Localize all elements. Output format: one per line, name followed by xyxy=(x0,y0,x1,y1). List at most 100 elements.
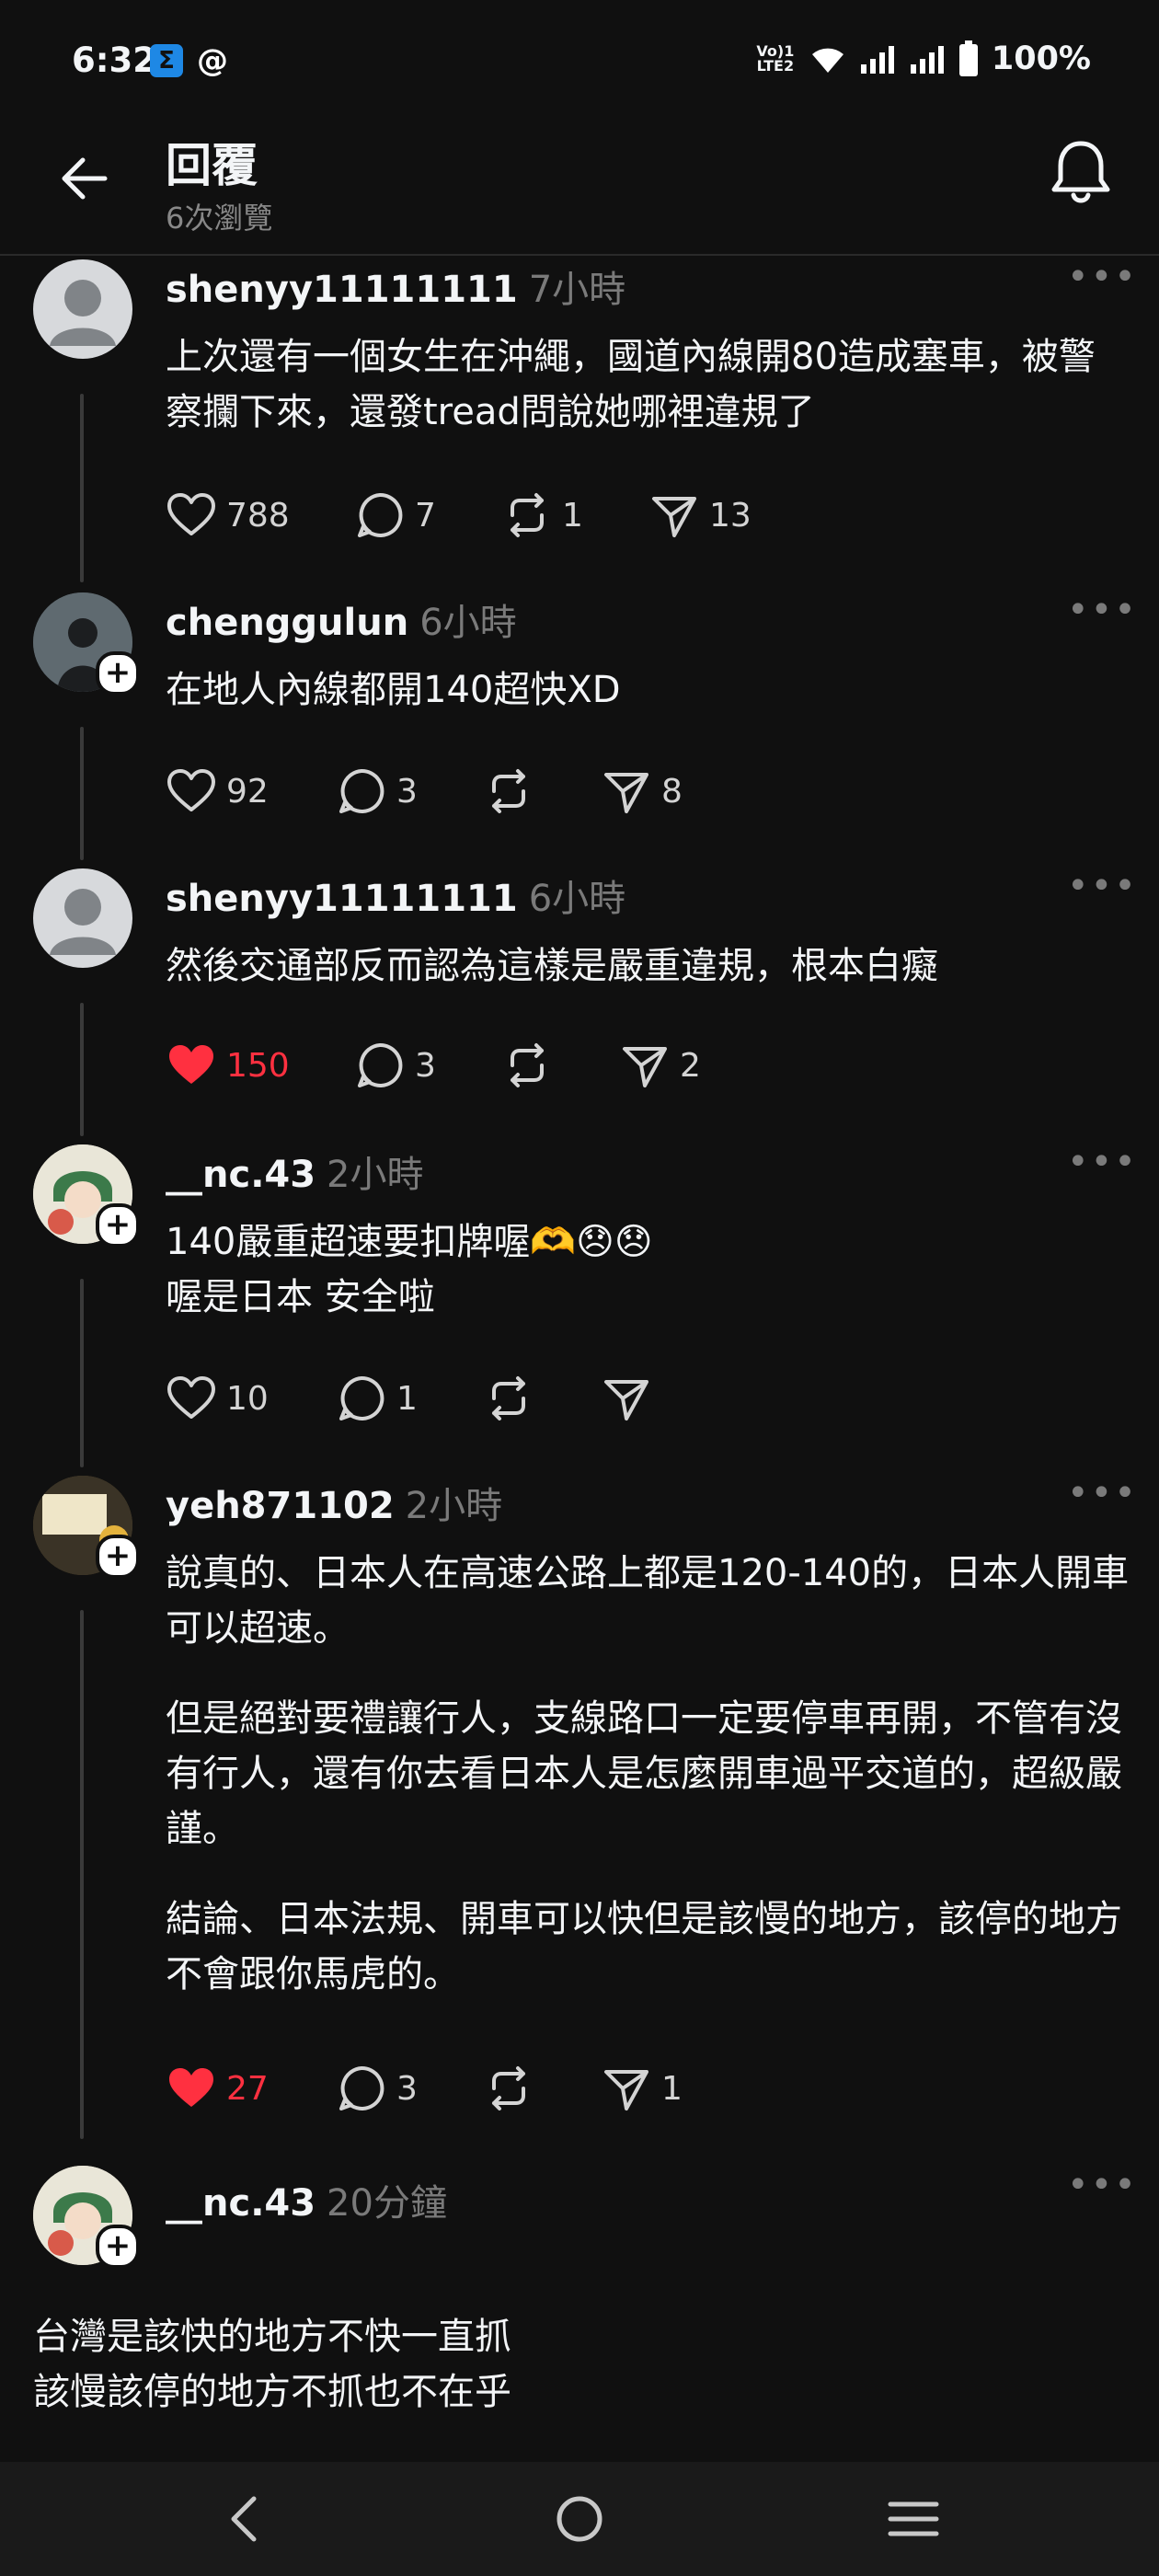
more-options-icon[interactable]: ••• xyxy=(1067,865,1138,907)
reply-button[interactable]: 3 xyxy=(336,2063,483,2114)
nav-back-icon[interactable] xyxy=(221,2493,267,2545)
repost-button[interactable] xyxy=(483,2063,601,2114)
threads-app-icon: @ xyxy=(197,42,228,79)
more-options-icon[interactable]: ••• xyxy=(1067,1472,1138,1514)
status-icons: Vo)1 LTE2 100% xyxy=(754,40,1091,77)
follow-plus-button[interactable]: + xyxy=(96,651,140,696)
post-text: 上次還有一個女生在沖繩，國道內線開80造成塞車，被警察攔下來，還發tread問說… xyxy=(166,336,1096,433)
like-count: 92 xyxy=(226,772,269,811)
heart-filled-icon xyxy=(169,2068,213,2107)
like-button[interactable]: 788 xyxy=(166,489,354,541)
repost-count: 1 xyxy=(562,496,583,535)
send-icon xyxy=(604,773,648,813)
volte-icon: Vo)1 LTE2 xyxy=(756,42,795,75)
heart-icon xyxy=(167,493,215,535)
share-button[interactable]: 1 xyxy=(601,2063,683,2114)
action-bar: 92 3 8 xyxy=(166,764,683,819)
like-button[interactable]: 27 xyxy=(166,2063,336,2114)
username-text[interactable]: chenggulun xyxy=(166,602,408,644)
more-options-icon[interactable]: ••• xyxy=(1067,256,1138,298)
share-button[interactable] xyxy=(601,1373,661,1424)
thread-line xyxy=(80,727,84,860)
more-options-icon[interactable]: ••• xyxy=(1067,589,1138,631)
repost-button[interactable]: 1 xyxy=(501,489,648,541)
reply-button[interactable]: 3 xyxy=(354,1040,501,1091)
username-text[interactable]: shenyy11111111 xyxy=(166,269,518,311)
comment-icon xyxy=(339,1375,384,1420)
username[interactable]: __nc.43 20分鐘 xyxy=(166,2173,447,2226)
post-body: 在地人內線都開140超快XD xyxy=(166,662,1131,753)
nav-recents-icon[interactable] xyxy=(887,2497,940,2541)
post-body: 140嚴重超速要扣牌喔🫶😞😞 喔是日本 安全啦 xyxy=(166,1214,1131,1360)
like-button[interactable]: 150 xyxy=(166,1040,354,1091)
more-options-icon[interactable]: ••• xyxy=(1067,1141,1138,1183)
post-time: 2小時 xyxy=(405,1485,503,1527)
like-button[interactable]: 10 xyxy=(166,1373,336,1424)
comment-icon xyxy=(358,1042,403,1087)
username-text[interactable]: __nc.43 xyxy=(166,1154,316,1196)
repost-button[interactable] xyxy=(501,1040,619,1091)
reply-count: 3 xyxy=(396,772,418,811)
reply-count: 7 xyxy=(415,496,436,535)
post-body: 台灣是該快的地方不快一直抓 該慢該停的地方不抓也不在乎 xyxy=(33,2316,511,2413)
reply-post[interactable]: shenyy11111111 7小時 ••• 上次還有一個女生在沖繩，國道內線開8… xyxy=(0,256,1159,587)
like-button[interactable]: 92 xyxy=(166,765,336,817)
thread-line xyxy=(80,1279,84,1467)
notification-bell-icon[interactable] xyxy=(1049,138,1113,206)
thread-line xyxy=(80,1610,84,2139)
heart-icon xyxy=(167,769,215,811)
reply-count: 1 xyxy=(396,1379,418,1418)
nav-home-icon[interactable] xyxy=(554,2493,605,2545)
reply-post[interactable]: + yeh871102 2小時 ••• 說真的、日本人在高速公路上都是120-14… xyxy=(0,1472,1159,2144)
repost-button[interactable] xyxy=(483,765,601,817)
post-body: 說真的、日本人在高速公路上都是120-140的，日本人開車可以超速。 但是絕對要… xyxy=(166,1546,1131,2037)
reply-post[interactable]: + chenggulun 6小時 ••• 在地人內線都開140超快XD 92 3 … xyxy=(0,589,1159,865)
follow-plus-button[interactable]: + xyxy=(96,1203,140,1248)
status-time: 6:32 xyxy=(72,40,157,80)
comment-icon xyxy=(339,768,384,813)
username-text[interactable]: shenyy11111111 xyxy=(166,878,518,920)
post-time: 6小時 xyxy=(419,602,517,644)
username-text[interactable]: yeh871102 xyxy=(166,1485,395,1527)
reply-button[interactable]: 1 xyxy=(336,1373,483,1424)
username[interactable]: shenyy11111111 7小時 xyxy=(166,259,625,313)
post-body: 然後交通部反而認為這樣是嚴重違規，根本白癡 xyxy=(166,938,1131,1029)
signal2-icon xyxy=(910,46,944,74)
reply-button[interactable]: 7 xyxy=(354,489,501,541)
wifi-icon xyxy=(811,48,843,73)
post-text: 然後交通部反而認為這樣是嚴重違規，根本白癡 xyxy=(166,945,938,987)
reply-button[interactable]: 3 xyxy=(336,765,483,817)
post-body: 上次還有一個女生在沖繩，國道內線開80造成塞車，被警察攔下來，還發tread問說… xyxy=(166,329,1131,475)
focused-reply-post[interactable]: + __nc.43 20分鐘 ••• 台灣是該快的地方不快一直抓 該慢該停的地方不… xyxy=(0,2162,1159,2456)
follow-plus-button[interactable]: + xyxy=(96,1535,140,1579)
avatar[interactable] xyxy=(33,259,132,359)
reply-post[interactable]: shenyy11111111 6小時 ••• 然後交通部反而認為這樣是嚴重違規，根… xyxy=(0,865,1159,1141)
repost-icon xyxy=(511,493,544,537)
like-count: 10 xyxy=(226,1379,269,1418)
avatar[interactable] xyxy=(33,868,132,968)
system-navigation-bar xyxy=(0,2462,1159,2576)
username[interactable]: __nc.43 2小時 xyxy=(166,1144,424,1198)
username[interactable]: yeh871102 2小時 xyxy=(166,1476,502,1529)
username[interactable]: shenyy11111111 6小時 xyxy=(166,868,625,922)
follow-plus-button[interactable]: + xyxy=(96,2225,140,2269)
action-bar: 150 3 2 xyxy=(166,1038,701,1093)
share-button[interactable]: 8 xyxy=(601,765,683,817)
share-button[interactable]: 13 xyxy=(648,489,752,541)
post-text: 140嚴重超速要扣牌喔🫶😞😞 喔是日本 安全啦 xyxy=(166,1221,653,1318)
more-options-icon[interactable]: ••• xyxy=(1067,2164,1138,2206)
share-button[interactable]: 2 xyxy=(619,1040,701,1091)
share-count: 1 xyxy=(661,2069,683,2108)
reply-count: 3 xyxy=(415,1046,436,1085)
username-text[interactable]: __nc.43 xyxy=(166,2182,316,2225)
repost-button[interactable] xyxy=(483,1373,601,1424)
back-arrow-icon[interactable] xyxy=(55,149,114,208)
username[interactable]: chenggulun 6小時 xyxy=(166,592,517,646)
repost-icon xyxy=(492,769,525,813)
reply-post[interactable]: + __nc.43 2小時 ••• 140嚴重超速要扣牌喔🫶😞😞 喔是日本 安全啦… xyxy=(0,1141,1159,1472)
send-icon xyxy=(623,1047,667,1087)
send-icon xyxy=(652,497,696,537)
view-count: 6次瀏覽 xyxy=(166,201,273,236)
reply-count: 3 xyxy=(396,2069,418,2108)
action-bar: 27 3 1 xyxy=(166,2061,683,2116)
